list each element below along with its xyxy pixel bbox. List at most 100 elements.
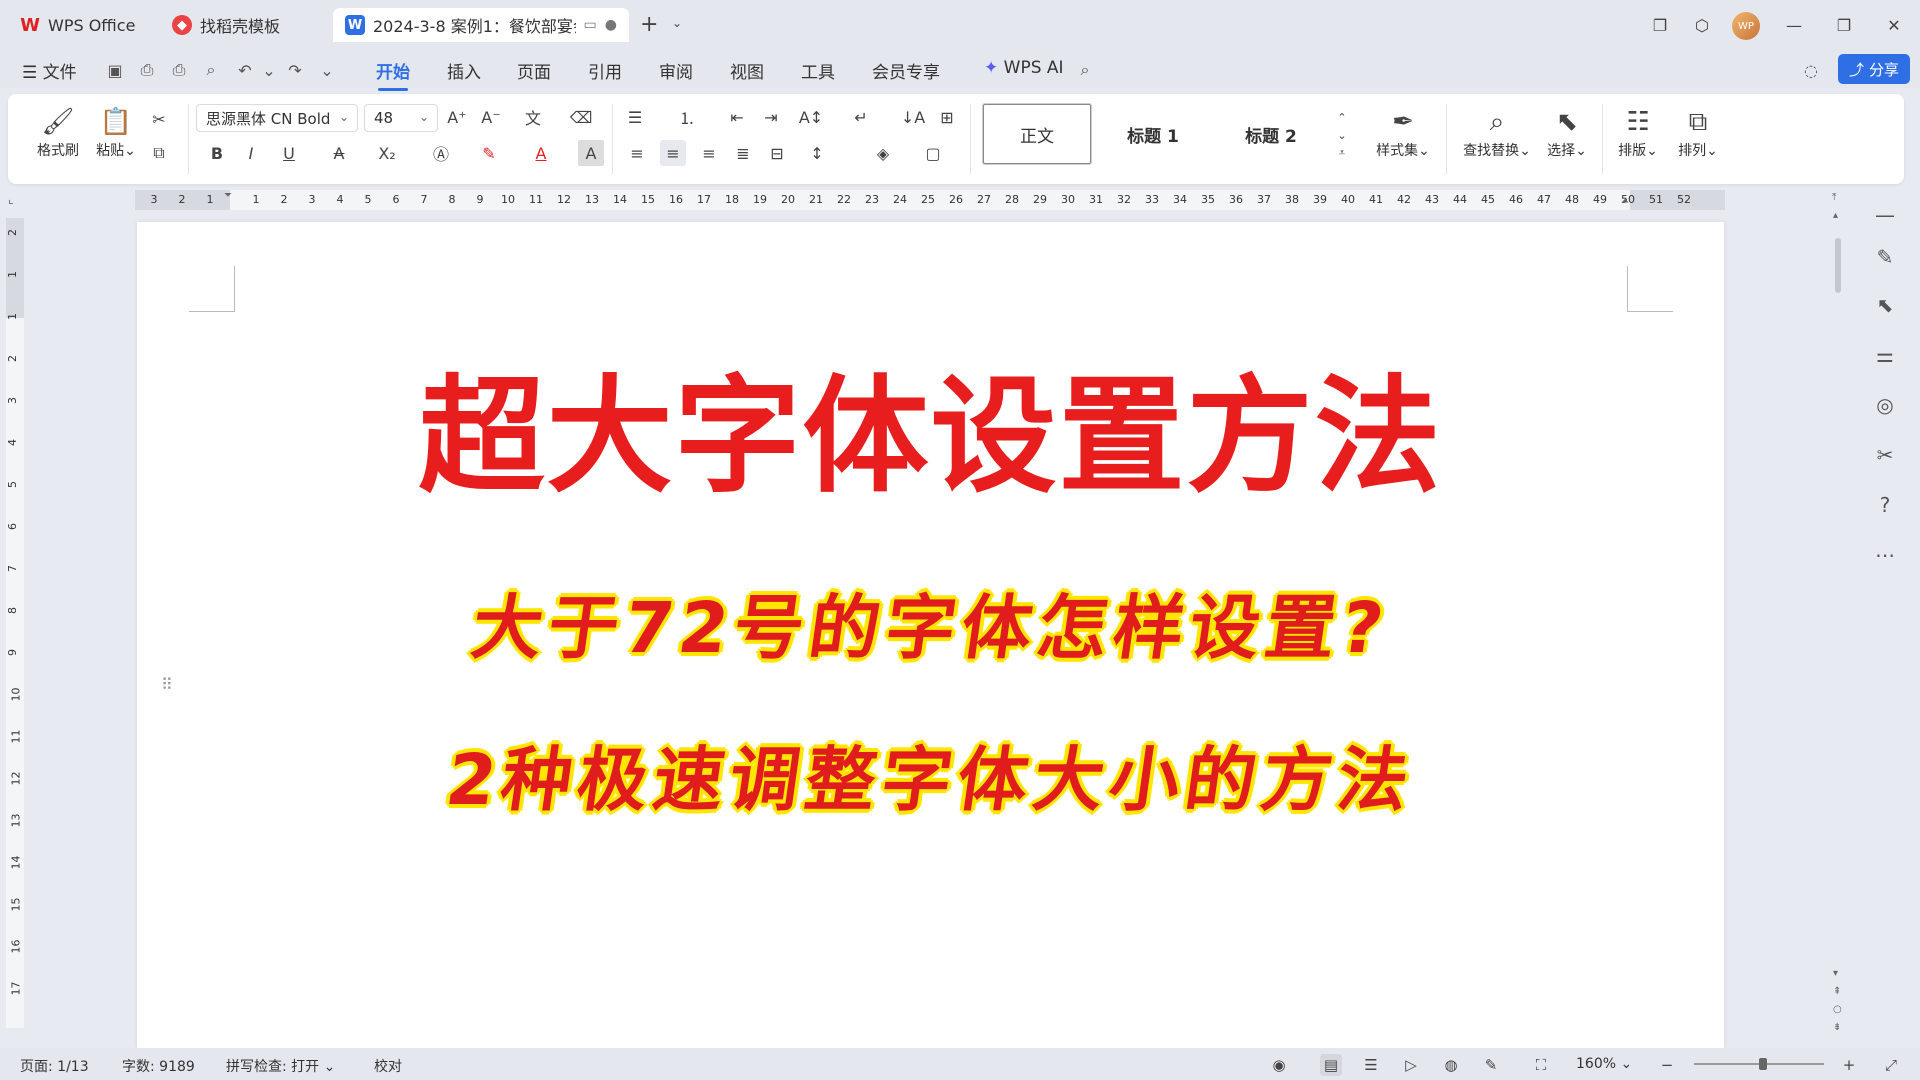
new-tab-button[interactable]: + — [640, 12, 658, 37]
cube-icon[interactable]: ⬡ — [1688, 12, 1716, 38]
line-spacing-icon[interactable]: ↕ — [804, 140, 830, 166]
share-button[interactable]: ⤴ 分享 — [1838, 54, 1910, 84]
menu-review[interactable]: 审阅 — [659, 58, 693, 83]
style-set-button[interactable]: ✒ 样式集⌄ — [1368, 104, 1438, 160]
word-count[interactable]: 字数: 9189 — [122, 1056, 195, 1076]
italic-button[interactable]: I — [238, 140, 264, 166]
screen-icon[interactable]: ▭ — [584, 17, 597, 33]
text-direction-icon[interactable]: A↕ — [798, 104, 824, 130]
cut-icon[interactable]: ✂ — [146, 106, 172, 132]
scroll-thumb[interactable] — [1835, 238, 1841, 293]
wps-ai-button[interactable]: ✦ WPS AI — [984, 58, 1064, 78]
menu-insert[interactable]: 插入 — [447, 58, 481, 83]
font-name-select[interactable]: 思源黑体 CN Bold ⌄ — [196, 104, 358, 132]
undo-icon[interactable]: ↶ — [234, 59, 256, 81]
zoom-out-icon[interactable]: − — [1656, 1054, 1678, 1076]
save-icon[interactable]: ▣ — [104, 59, 126, 81]
collapse-panel-icon[interactable]: — — [1870, 200, 1900, 230]
indent-marker-icon[interactable]: ⏷ — [224, 190, 232, 201]
close-button[interactable]: ✕ — [1880, 12, 1908, 38]
align-left-icon[interactable]: ≡ — [624, 140, 650, 166]
cursor-icon[interactable]: ⬉ — [1870, 290, 1900, 320]
find-replace-button[interactable]: ⌕ 查找替换⌄ — [1452, 104, 1542, 160]
chat-icon[interactable]: ◌ — [1800, 59, 1822, 81]
align-center-icon[interactable]: ≡ — [660, 140, 686, 166]
bullet-list-icon[interactable]: ☰ — [622, 104, 648, 130]
print-preview-icon[interactable]: ⌕ — [200, 59, 222, 81]
justify-icon[interactable]: ≣ — [730, 140, 756, 166]
pen-icon[interactable]: ✎ — [1870, 242, 1900, 272]
play-icon[interactable]: ▷ — [1400, 1054, 1422, 1076]
page-indicator[interactable]: 页面: 1/13 — [20, 1056, 89, 1076]
show-marks-icon[interactable]: ⊞ — [934, 104, 960, 130]
underline-button[interactable]: U — [276, 140, 302, 166]
menu-page[interactable]: 页面 — [517, 58, 551, 83]
document-title[interactable]: 超大字体设置方法 — [137, 362, 1724, 512]
sliders-icon[interactable]: ⚌ — [1870, 340, 1900, 370]
indent-icon[interactable]: ⇥ — [758, 104, 784, 130]
next-page-icon[interactable]: ⇟ — [1833, 1022, 1841, 1033]
fullscreen-icon[interactable]: ⤢ — [1880, 1054, 1902, 1076]
menu-tools[interactable]: 工具 — [801, 58, 835, 83]
subscript-icon[interactable]: X₂ — [374, 140, 400, 166]
style-heading-2[interactable]: 标题 2 — [1215, 104, 1327, 164]
spell-check-toggle[interactable]: 拼写检查: 打开 ⌄ — [226, 1056, 335, 1076]
format-painter-button[interactable]: 🖌 格式刷 — [30, 104, 86, 160]
prev-page-icon[interactable]: ⇞ — [1833, 986, 1841, 997]
font-color-icon[interactable]: A — [528, 140, 554, 166]
outdent-icon[interactable]: ⇤ — [724, 104, 750, 130]
zoom-in-icon[interactable]: + — [1838, 1054, 1860, 1076]
menu-home[interactable]: 开始 — [376, 58, 410, 91]
tab-document[interactable]: W 2024-3-8 案例1：餐饮部宴会 ▭ ● — [333, 8, 629, 42]
ruler-corner-icon[interactable]: ⌞ — [8, 192, 14, 206]
pen-icon[interactable]: ✎ — [1480, 1054, 1502, 1076]
distribute-icon[interactable]: ⊟ — [764, 140, 790, 166]
copy-icon[interactable]: ⧉ — [146, 140, 172, 166]
tab-wps-office[interactable]: W WPS Office — [8, 8, 150, 42]
print-icon[interactable]: ⎙ — [168, 59, 190, 81]
page-view-icon[interactable]: ▤ — [1320, 1054, 1342, 1076]
outline-view-icon[interactable]: ☰ — [1360, 1054, 1382, 1076]
restore-button[interactable]: ❐ — [1830, 12, 1858, 38]
unsaved-dot-icon[interactable]: ● — [605, 17, 617, 33]
decrease-font-icon[interactable]: A⁻ — [478, 104, 504, 130]
chevron-down-icon[interactable]: ⌄ — [672, 16, 682, 30]
style-normal[interactable]: 正文 — [983, 104, 1091, 164]
vertical-ruler[interactable]: 2 1 1 2 3 4 5 6 7 8 9 10 11 12 13 14 15 16 17 — [6, 218, 24, 1028]
export-icon[interactable]: ⎙ — [136, 59, 158, 81]
chevron-down-icon[interactable]: ⌄ — [316, 59, 338, 81]
fit-page-icon[interactable]: ⛶ — [1530, 1054, 1552, 1076]
ai-assistant-icon[interactable]: ◎ — [1870, 390, 1900, 420]
highlight-icon[interactable]: ✎ — [476, 140, 502, 166]
layout-button[interactable]: ☷ 排版⌄ — [1608, 104, 1668, 160]
window-tile-icon[interactable]: ❐ — [1646, 12, 1674, 38]
zoom-slider-knob[interactable] — [1758, 1058, 1767, 1070]
sort-icon[interactable]: ↓A — [900, 104, 926, 130]
redo-icon[interactable]: ↷ — [284, 59, 306, 81]
phonetic-icon[interactable]: 文 — [520, 104, 546, 130]
browse-object-icon[interactable]: ○ — [1833, 1004, 1842, 1015]
menu-file[interactable]: ☰ 文件 — [22, 58, 77, 83]
clear-format-icon[interactable]: ⌫ — [568, 104, 594, 130]
scroll-top-icon[interactable]: ⤒ — [1832, 192, 1836, 203]
document-page[interactable]: ⠿ 超大字体设置方法 大于72号的字体怎样设置? 2种极速调整字体大小的方法 — [137, 222, 1724, 1048]
scroll-down-icon[interactable]: ▾ — [1833, 968, 1838, 979]
char-shading-icon[interactable]: A — [578, 140, 604, 166]
style-heading-1[interactable]: 标题 1 — [1097, 104, 1209, 164]
proofread-button[interactable]: 校对 — [374, 1056, 402, 1076]
line-break-icon[interactable]: ↵ — [848, 104, 874, 130]
increase-font-icon[interactable]: A⁺ — [444, 104, 470, 130]
menu-view[interactable]: 视图 — [730, 58, 764, 83]
eye-icon[interactable]: ◉ — [1268, 1054, 1290, 1076]
border-icon[interactable]: ▢ — [920, 140, 946, 166]
bold-button[interactable]: B — [204, 140, 230, 166]
zoom-level[interactable]: 160% ⌄ — [1576, 1056, 1632, 1072]
more-icon[interactable]: ⋯ — [1870, 540, 1900, 570]
minimize-button[interactable]: — — [1780, 12, 1808, 38]
paste-button[interactable]: 📋 粘贴⌄ — [88, 104, 144, 160]
horizontal-ruler[interactable]: 3 2 1 1 2 3 4 5 6 7 8 9 10 11 12 13 14 15 16 17 18 19 20 21 22 23… — [135, 190, 1725, 210]
web-view-icon[interactable]: ◍ — [1440, 1054, 1462, 1076]
search-icon[interactable]: ⌕ — [1074, 59, 1096, 81]
font-size-select[interactable]: 48 ⌄ — [364, 104, 438, 132]
text-effect-icon[interactable]: Ⓐ — [428, 140, 454, 166]
